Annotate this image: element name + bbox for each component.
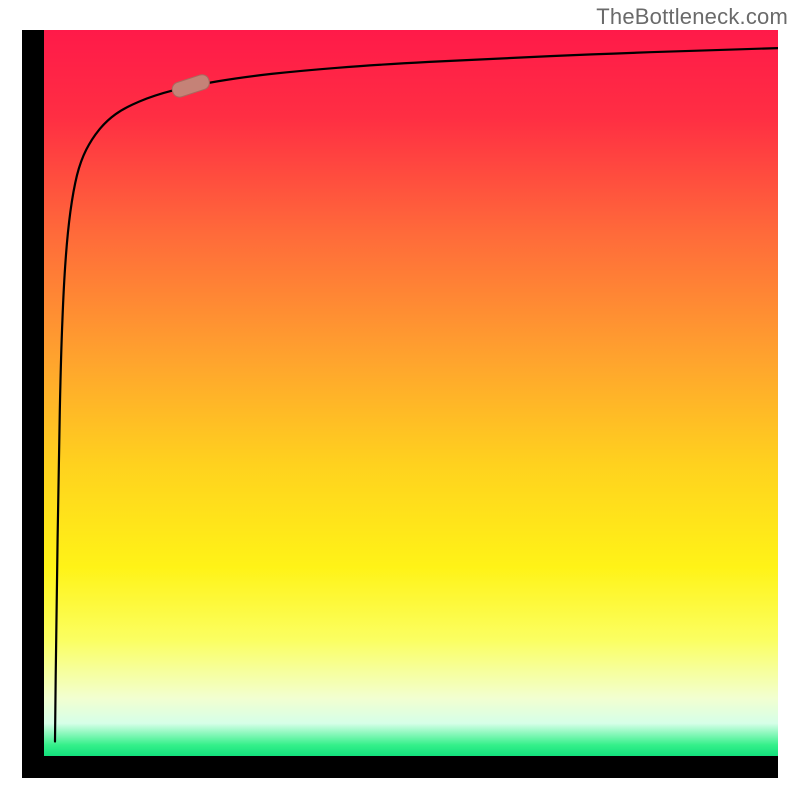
gradient-background bbox=[44, 30, 778, 756]
plot-area bbox=[44, 30, 778, 756]
chart-frame bbox=[22, 30, 778, 778]
plot-svg bbox=[44, 30, 778, 756]
chart-stage: TheBottleneck.com bbox=[0, 0, 800, 800]
watermark-text: TheBottleneck.com bbox=[596, 4, 788, 30]
